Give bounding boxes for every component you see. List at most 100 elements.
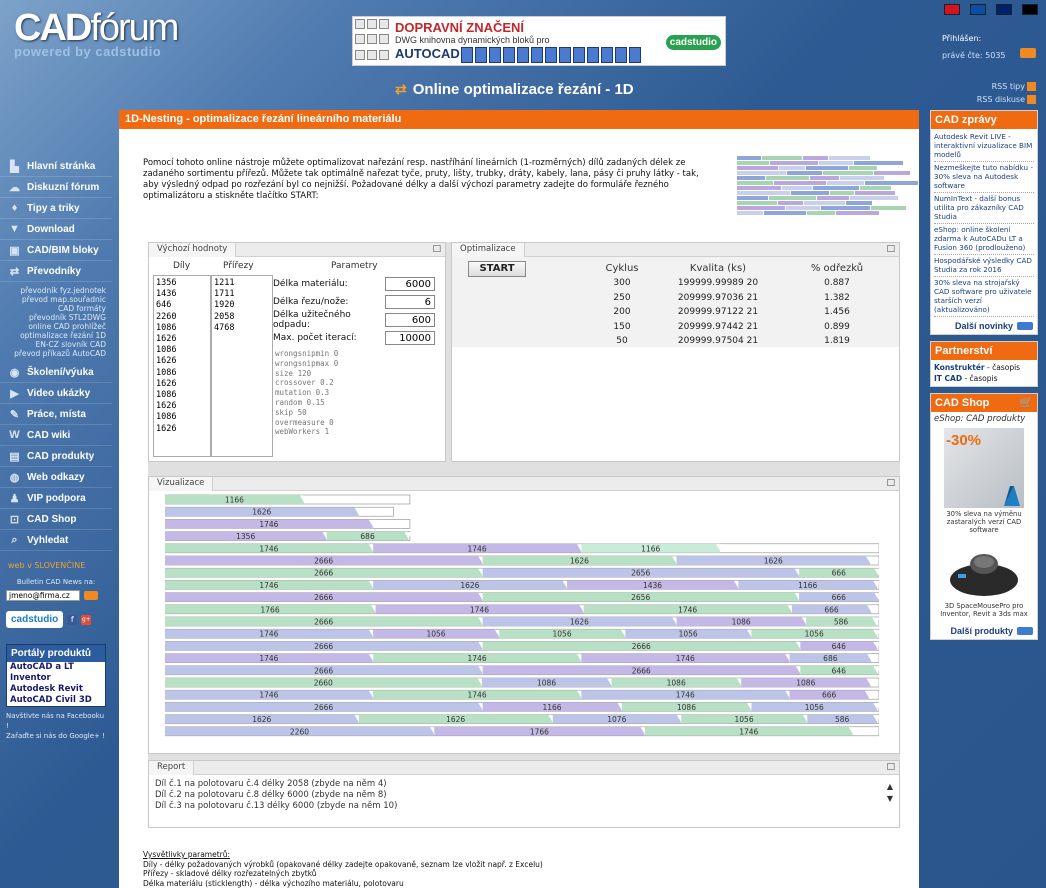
- report-text[interactable]: Díl č.1 na polotovaru č.4 délky 2058 (zb…: [155, 779, 397, 812]
- subnav-link[interactable]: převodník fyz.jednotek: [0, 286, 106, 295]
- sidebar-item-vip[interactable]: ♟ VIP podpora: [0, 488, 112, 509]
- sidebar-item-search[interactable]: ⌕ Vyhledat: [0, 530, 112, 551]
- flag-cz-icon[interactable]: [944, 4, 960, 15]
- login-arrow-icon[interactable]: [1020, 48, 1036, 58]
- google-plus-icon[interactable]: g+: [81, 614, 92, 625]
- shop-more-link[interactable]: Další produkty: [931, 624, 1037, 639]
- stock-textarea[interactable]: [211, 275, 273, 457]
- rss-links: RSS tipy RSS diskuse: [977, 80, 1036, 106]
- sidebar-item-download[interactable]: ▼ Download: [0, 219, 112, 240]
- subnav-link[interactable]: převod map.souřadnic: [0, 295, 106, 304]
- flag-de-icon[interactable]: [1022, 4, 1038, 15]
- part-label: 646: [832, 666, 847, 675]
- tab-report[interactable]: Report: [149, 761, 195, 775]
- maximize-icon[interactable]: □: [886, 762, 895, 772]
- autodesk-logo-icon: [1004, 486, 1020, 506]
- part-label: 1056: [679, 630, 698, 639]
- rss-tips-link[interactable]: RSS tipy: [977, 80, 1036, 93]
- part-label: 2666: [314, 666, 333, 675]
- partner-box: Partnerství Konstruktér - časopis IT CAD …: [930, 341, 1038, 387]
- shop-caption-1[interactable]: 30% sleva na výměnu zastaralých verzí CA…: [934, 508, 1034, 538]
- maximize-icon[interactable]: □: [886, 478, 895, 488]
- subnav-link[interactable]: optimalizace řezání 1D: [0, 331, 106, 340]
- flag-en-icon[interactable]: [996, 4, 1012, 15]
- products-icon: ▤: [9, 450, 20, 463]
- ad-banner[interactable]: DOPRAVNÍ ZNAČENÍ DWG knihovna dynamickýc…: [352, 16, 726, 66]
- tab-visualization[interactable]: Vizualizace: [149, 477, 214, 491]
- param-input[interactable]: [385, 313, 435, 327]
- table-row: 150 209999.97442 21 0.899: [592, 320, 890, 335]
- subnav-link[interactable]: převod příkazů AutoCAD: [0, 349, 106, 358]
- spacemouse-image[interactable]: [944, 540, 1024, 600]
- advanced-params[interactable]: wrongsnipmin 0 wrongsnipmax 0 size 120 c…: [275, 349, 338, 437]
- part-label: 1166: [798, 581, 817, 590]
- subnav-link[interactable]: online CAD prohlížeč: [0, 322, 106, 331]
- part-label: 586: [834, 618, 849, 627]
- maximize-icon[interactable]: □: [886, 244, 895, 254]
- email-field[interactable]: [6, 590, 80, 601]
- sidebar-item-label: Hlavní stránka: [27, 160, 96, 172]
- sidebar-item-home[interactable]: ▙ Hlavní stránka: [0, 156, 112, 177]
- sidebar-item-bulb[interactable]: ♦ Tipy a triky: [0, 198, 112, 219]
- part-label: 586: [835, 715, 850, 724]
- maximize-icon[interactable]: □: [432, 244, 441, 254]
- product-image-discount[interactable]: -30%: [944, 428, 1024, 508]
- news-item[interactable]: Autodesk Revit LIVE - interaktivní vizua…: [934, 131, 1034, 162]
- portal-link[interactable]: AutoCAD Civil 3D: [7, 695, 105, 706]
- wiki-icon: W: [9, 429, 20, 441]
- news-item[interactable]: Hospodářské výsledky CAD Studia za rok 2…: [934, 255, 1034, 277]
- rss-icon: [1027, 82, 1036, 91]
- news-more-link[interactable]: Další novinky: [931, 319, 1037, 334]
- partner-item[interactable]: Konstruktér - časopis: [934, 362, 1034, 373]
- news-item[interactable]: Nezmeškejte tuto nabídku - 30% sleva na …: [934, 162, 1034, 193]
- param-input[interactable]: [385, 331, 435, 345]
- part-label: 1746: [676, 654, 695, 663]
- partner-item[interactable]: IT CAD - časopis: [934, 373, 1034, 384]
- subnav-link[interactable]: CAD formáty: [0, 304, 106, 313]
- portal-link[interactable]: Inventor: [7, 673, 105, 684]
- defaults-panel: Výchozí hodnoty □ Díly Přířezy Parametry …: [148, 242, 446, 462]
- facebook-icon[interactable]: f: [67, 614, 78, 625]
- sidebar-item-products[interactable]: ▤ CAD produkty: [0, 446, 112, 467]
- subnav-link[interactable]: EN-CZ slovník CAD: [0, 340, 106, 349]
- news-item[interactable]: eShop: online školení zdarma k AutoCADu …: [934, 224, 1034, 255]
- part-label: 2666: [632, 666, 651, 675]
- parts-textarea[interactable]: [153, 275, 211, 457]
- part-label: 686: [823, 654, 838, 663]
- intro-text: Pomocí tohoto online nástroje můžete opt…: [143, 158, 699, 201]
- facebook-link[interactable]: Navštivte nás na Facebooku !: [6, 711, 106, 731]
- sidebar-item-blocks[interactable]: ▣ CAD/BIM bloky: [0, 240, 112, 261]
- tab-optimization[interactable]: Optimalizace: [452, 243, 525, 257]
- shop-caption-2[interactable]: 3D SpaceMousePro pro Inventor, Revit a 3…: [934, 600, 1034, 622]
- portal-link[interactable]: AutoCAD a LT: [7, 662, 105, 673]
- slovak-link[interactable]: web v SLOVENČINE: [0, 551, 112, 574]
- part-label: 666: [824, 605, 839, 614]
- sidebar-item-video[interactable]: ▶ Video ukázky: [0, 383, 112, 404]
- part-label: 1626: [460, 581, 479, 590]
- sidebar-item-school[interactable]: ◉ Školení/výuka: [0, 362, 112, 383]
- table-cell: 209999.97504 21: [677, 336, 759, 347]
- rss-discussion-link[interactable]: RSS diskuse: [977, 93, 1036, 106]
- param-input[interactable]: [385, 295, 435, 309]
- google-link[interactable]: Zařaďte si nás do Google+ !: [6, 731, 106, 741]
- cadforum-logo[interactable]: CADfórum powered by cadstudio: [14, 8, 179, 68]
- online-count: právě čte: 5035: [942, 51, 1006, 60]
- param-input[interactable]: [385, 277, 435, 291]
- flag-sk-icon[interactable]: [970, 4, 986, 15]
- start-button[interactable]: START: [468, 261, 526, 277]
- news-item[interactable]: NumInText - další bonus utilita pro záka…: [934, 193, 1034, 224]
- cadstudio-logo[interactable]: cadstudio: [6, 611, 64, 628]
- report-scrollbar[interactable]: ▲ ▼: [887, 781, 893, 805]
- sidebar-item-globe[interactable]: ◍ Web odkazy: [0, 467, 112, 488]
- news-item[interactable]: 30% sleva na strojařský CAD software pro…: [934, 277, 1034, 317]
- tab-defaults[interactable]: Výchozí hodnoty: [149, 243, 237, 257]
- portal-link[interactable]: Autodesk Revit: [7, 684, 105, 695]
- sidebar-item-work[interactable]: ✎ Práce, místa: [0, 404, 112, 425]
- subscribe-arrow-icon[interactable]: [84, 591, 98, 600]
- sidebar-item-convert[interactable]: ⇄ Převodníky: [0, 261, 112, 282]
- sidebar-item-cart[interactable]: ⊡ CAD Shop: [0, 509, 112, 530]
- sidebar-item-wiki[interactable]: W CAD wiki: [0, 425, 112, 446]
- sidebar-item-forum[interactable]: ☁ Diskuzní fórum: [0, 177, 112, 198]
- shop-box: CAD Shop 🛒 eShop: CAD produkty -30% 30% s…: [930, 393, 1038, 640]
- subnav-link[interactable]: převodník STL2DWG: [0, 313, 106, 322]
